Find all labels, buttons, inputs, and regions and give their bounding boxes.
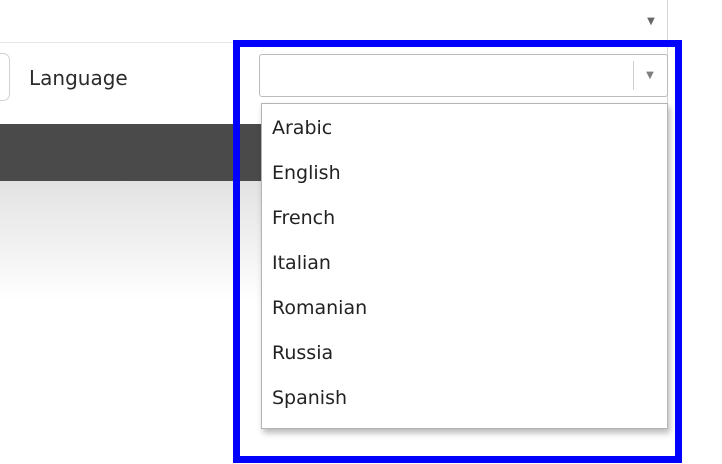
language-select[interactable]: ▼ [259, 54, 668, 97]
language-option-english[interactable]: English [272, 157, 652, 189]
language-label: Language [29, 66, 128, 90]
language-dropdown-list: Arabic English French Italian Romanian R… [261, 103, 668, 429]
language-option-french[interactable]: French [272, 202, 652, 234]
dark-header-band [0, 124, 300, 181]
previous-field-edge[interactable] [0, 53, 10, 101]
language-option-romanian[interactable]: Romanian [272, 292, 652, 324]
divider-horizontal [0, 42, 668, 43]
language-option-arabic[interactable]: Arabic [272, 112, 652, 144]
chevron-down-icon[interactable]: ▼ [633, 55, 667, 96]
gradient-background [0, 181, 300, 301]
chevron-down-icon: ▼ [647, 16, 655, 27]
language-option-spanish[interactable]: Spanish [272, 382, 652, 414]
language-option-russia[interactable]: Russia [272, 337, 652, 369]
language-option-italian[interactable]: Italian [272, 247, 652, 279]
